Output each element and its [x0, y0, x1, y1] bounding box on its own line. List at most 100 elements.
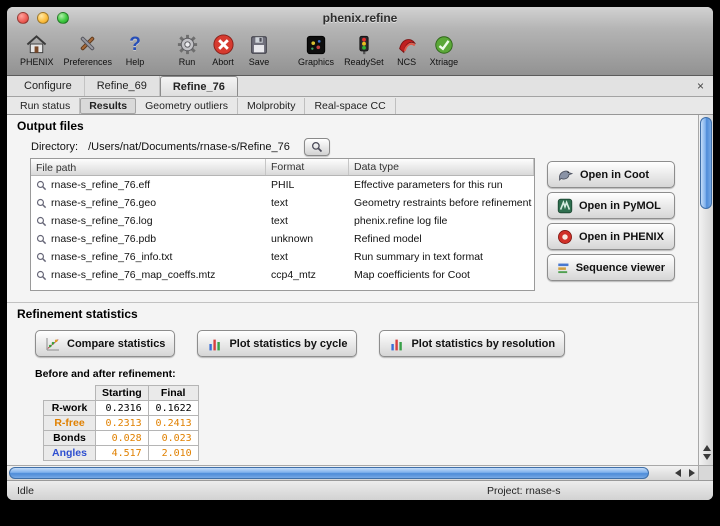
stats-row-label: Bonds	[44, 431, 96, 446]
refinement-statistics-heading: Refinement statistics	[17, 307, 698, 321]
stats-starting-value: 0.2313	[96, 416, 149, 431]
vertical-scrollbar-thumb[interactable]	[700, 117, 712, 209]
button-label: Open in PHENIX	[579, 231, 664, 243]
stats-starting-value: 4.517	[96, 446, 149, 461]
file-name: rnase-s_refine_76.log	[51, 215, 153, 227]
toolbar-label: Preferences	[64, 57, 113, 67]
file-name: rnase-s_refine_76_info.txt	[51, 251, 172, 263]
content-area: Output files Directory: /Users/nat/Docum…	[7, 115, 713, 480]
phenix-home-icon	[24, 32, 50, 57]
window-title: phenix.refine	[7, 7, 713, 29]
file-row[interactable]: rnase-s_refine_76_info.txt text Run summ…	[31, 248, 534, 266]
stats-row-label: Angles	[44, 446, 96, 461]
toolbar-label: Graphics	[298, 57, 334, 67]
column-header-format[interactable]: Format	[266, 159, 349, 175]
tab-configure[interactable]: Configure	[12, 76, 85, 96]
tab-geometry-outliers[interactable]: Geometry outliers	[136, 98, 238, 114]
main-tab-bar: Configure Refine_69 Refine_76 ×	[7, 76, 713, 97]
stats-final-value: 0.1622	[148, 401, 198, 416]
toolbar-button-readyset[interactable]: ReadySet	[339, 31, 389, 68]
abort-icon	[210, 32, 236, 57]
scroll-right-arrow[interactable]	[689, 469, 695, 477]
open-in-coot-button[interactable]: Open in Coot	[547, 161, 675, 188]
toolbar-button-abort[interactable]: Abort	[205, 31, 241, 68]
file-magnifier-icon	[36, 180, 47, 191]
directory-value: /Users/nat/Documents/rnase-s/Refine_76	[88, 141, 290, 153]
file-data-type: Map coefficients for Coot	[349, 269, 534, 281]
toolbar-button-graphics[interactable]: Graphics	[293, 31, 339, 68]
tab-results[interactable]: Results	[80, 98, 136, 114]
browse-directory-button[interactable]	[304, 138, 330, 156]
graphics-icon	[303, 32, 329, 57]
toolbar-button-save[interactable]: Save	[241, 31, 277, 68]
stats-row: R-free 0.2313 0.2413	[44, 416, 199, 431]
stats-starting-value: 0.028	[96, 431, 149, 446]
toolbar-button-run[interactable]: Run	[169, 31, 205, 68]
toolbar-button-xtriage[interactable]: Xtriage	[425, 31, 464, 68]
bar-chart-icon	[207, 336, 223, 352]
stats-row: R-work 0.2316 0.1622	[44, 401, 199, 416]
minimize-window-button[interactable]	[37, 12, 49, 24]
toolbar-label: Help	[126, 57, 145, 67]
close-window-button[interactable]	[17, 12, 29, 24]
file-magnifier-icon	[36, 216, 47, 227]
column-header-file-path[interactable]: File path	[31, 159, 266, 175]
file-data-type: Effective parameters for this run	[349, 179, 534, 191]
plot-statistics-by-cycle-button[interactable]: Plot statistics by cycle	[197, 330, 357, 357]
vertical-scrollbar[interactable]	[698, 115, 713, 465]
horizontal-scrollbar[interactable]	[7, 465, 698, 480]
titlebar[interactable]: phenix.refine	[7, 7, 713, 29]
file-row[interactable]: rnase-s_refine_76.geo text Geometry rest…	[31, 194, 534, 212]
toolbar-label: Save	[249, 57, 270, 67]
open-in-phenix-button[interactable]: Open in PHENIX	[547, 223, 675, 250]
output-files-heading: Output files	[17, 119, 698, 133]
file-magnifier-icon	[36, 234, 47, 245]
scroll-left-arrow[interactable]	[675, 469, 681, 477]
toolbar-label: Abort	[212, 57, 234, 67]
tab-refine-69[interactable]: Refine_69	[85, 76, 160, 96]
file-format: text	[266, 215, 349, 227]
file-data-type: Run summary in text format	[349, 251, 534, 263]
sub-tab-bar: Run status Results Geometry outliers Mol…	[7, 97, 713, 115]
coot-bird-icon	[557, 166, 574, 183]
viewer-buttons: Open in Coot Open in PyMOL Open in PHENI…	[547, 158, 675, 291]
tab-run-status[interactable]: Run status	[11, 98, 80, 114]
section-divider	[7, 302, 698, 303]
file-row[interactable]: rnase-s_refine_76.eff PHIL Effective par…	[31, 176, 534, 194]
button-label: Open in Coot	[580, 169, 649, 181]
toolbar-button-ncs[interactable]: NCS	[389, 31, 425, 68]
toolbar-button-help[interactable]: ? Help	[117, 31, 153, 68]
button-label: Compare statistics	[67, 338, 165, 350]
toolbar-label: ReadySet	[344, 57, 384, 67]
file-format: PHIL	[266, 179, 349, 191]
toolbar-button-phenix[interactable]: PHENIX	[15, 31, 59, 68]
readyset-traffic-light-icon	[351, 32, 377, 57]
file-row[interactable]: rnase-s_refine_76.log text phenix.refine…	[31, 212, 534, 230]
open-in-pymol-button[interactable]: Open in PyMOL	[547, 192, 675, 219]
output-files-section: File path Format Data type rnase-s_refin…	[30, 158, 698, 291]
scroll-down-arrow[interactable]	[703, 454, 711, 460]
toolbar-button-preferences[interactable]: Preferences	[59, 31, 118, 68]
tab-molprobity[interactable]: Molprobity	[238, 98, 305, 114]
sequence-viewer-button[interactable]: Sequence viewer	[547, 254, 675, 281]
preferences-icon	[75, 32, 101, 57]
file-row[interactable]: rnase-s_refine_76.pdb unknown Refined mo…	[31, 230, 534, 248]
compare-statistics-button[interactable]: Compare statistics	[35, 330, 175, 357]
before-after-caption: Before and after refinement:	[35, 368, 698, 380]
scroll-up-arrow[interactable]	[703, 445, 711, 451]
toolbar-label: Run	[179, 57, 196, 67]
plot-statistics-by-resolution-button[interactable]: Plot statistics by resolution	[379, 330, 565, 357]
column-header-data-type[interactable]: Data type	[349, 159, 534, 175]
tab-real-space-cc[interactable]: Real-space CC	[305, 98, 395, 114]
toolbar-label: Xtriage	[430, 57, 459, 67]
horizontal-scrollbar-thumb[interactable]	[9, 467, 649, 479]
magnifier-icon	[311, 141, 323, 153]
scrollbar-corner	[698, 465, 713, 480]
tab-refine-76[interactable]: Refine_76	[160, 76, 238, 96]
files-table-header: File path Format Data type	[31, 159, 534, 176]
horizontal-scrollbar-arrows	[675, 467, 695, 479]
zoom-window-button[interactable]	[57, 12, 69, 24]
file-row[interactable]: rnase-s_refine_76_map_coeffs.mtz ccp4_mt…	[31, 266, 534, 284]
tab-close-button[interactable]: ×	[697, 79, 704, 93]
save-icon	[246, 32, 272, 57]
